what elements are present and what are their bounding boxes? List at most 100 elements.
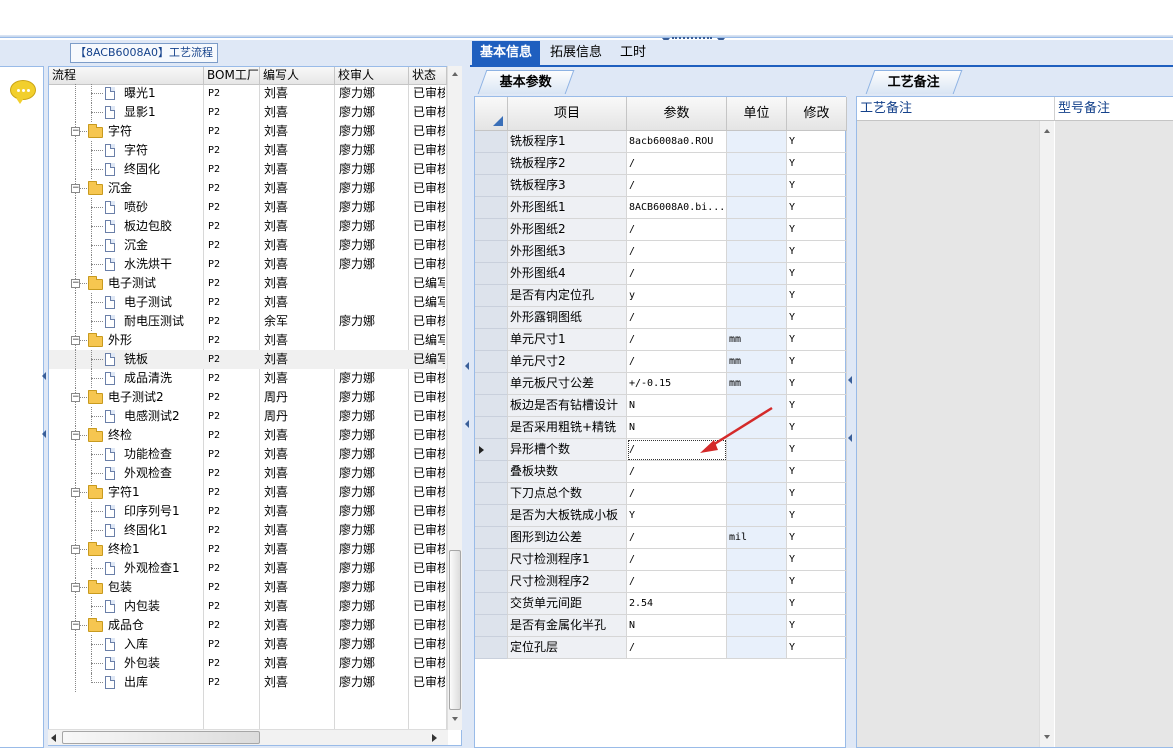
param-cell-mod[interactable]: Y: [787, 593, 847, 615]
tab-basic-info[interactable]: 基本信息: [472, 41, 541, 65]
param-col-header[interactable]: 参数: [627, 97, 727, 131]
process-row[interactable]: 沉金 P2 刘喜 廖力娜 已审核: [49, 236, 447, 255]
param-cell-param[interactable]: /: [627, 483, 727, 505]
param-row[interactable]: 尺寸检测程序1/ Y: [475, 549, 847, 571]
param-row[interactable]: 单元尺寸2/mm Y: [475, 351, 847, 373]
param-cell-param[interactable]: /: [627, 571, 727, 593]
process-row[interactable]: 印序列号1 P2 刘喜 廖力娜 已审核: [49, 502, 447, 521]
param-cell-mod[interactable]: Y: [787, 285, 847, 307]
param-cell-param[interactable]: /: [627, 219, 727, 241]
param-cell-unit[interactable]: [727, 483, 787, 505]
param-cell-unit[interactable]: [727, 153, 787, 175]
param-cell-unit[interactable]: mm: [727, 373, 787, 395]
row-selector[interactable]: [475, 615, 508, 637]
process-col-header[interactable]: 校审人: [335, 67, 409, 85]
param-cell-param[interactable]: /: [627, 637, 727, 659]
param-cell-unit[interactable]: [727, 285, 787, 307]
param-cell-param[interactable]: /: [627, 175, 727, 197]
param-row[interactable]: 板边是否有钻槽设计 N Y: [475, 395, 847, 417]
row-selector[interactable]: [475, 527, 508, 549]
process-row[interactable]: − 字符1 P2 刘喜 廖力娜 已审核: [49, 483, 447, 502]
top-splitter[interactable]: [0, 35, 1173, 38]
process-row[interactable]: 电感测试2 P2 周丹 廖力娜 已审核: [49, 407, 447, 426]
process-row[interactable]: 入库 P2 刘喜 廖力娜 已审核: [49, 635, 447, 654]
param-cell-unit[interactable]: [727, 197, 787, 219]
row-selector[interactable]: [475, 373, 508, 395]
param-row[interactable]: 尺寸检测程序2/ Y: [475, 571, 847, 593]
param-cell-mod[interactable]: Y: [787, 461, 847, 483]
param-cell-unit[interactable]: [727, 175, 787, 197]
middle-collapse-icon-2[interactable]: [465, 420, 469, 428]
param-cell-param[interactable]: /: [627, 527, 727, 549]
param-row[interactable]: 铣板程序1 8acb6008a0.ROU Y: [475, 131, 847, 153]
process-row[interactable]: 字符 P2 刘喜 廖力娜 已审核: [49, 141, 447, 160]
param-cell-mod[interactable]: Y: [787, 527, 847, 549]
param-row[interactable]: 图形到边公差 / mil Y: [475, 527, 847, 549]
param-cell-unit[interactable]: [727, 615, 787, 637]
param-cell-mod[interactable]: Y: [787, 263, 847, 285]
param-row[interactable]: 单元板尺寸公差 +/-0.15 mm Y: [475, 373, 847, 395]
row-selector[interactable]: [475, 197, 508, 219]
param-cell-mod[interactable]: Y: [787, 351, 847, 373]
param-cell-param[interactable]: y: [627, 285, 727, 307]
row-selector[interactable]: [475, 285, 508, 307]
remark-scroll-up-icon[interactable]: [1044, 129, 1050, 133]
row-selector[interactable]: [475, 329, 508, 351]
row-selector[interactable]: [475, 483, 508, 505]
process-row[interactable]: − 成品仓 P2 刘喜 廖力娜 已审核: [49, 616, 447, 635]
param-row[interactable]: 是否为大板铣成小板 Y Y: [475, 505, 847, 527]
param-cell-unit[interactable]: mm: [727, 329, 787, 351]
process-row[interactable]: − 电子测试 P2 刘喜 已编写: [49, 274, 447, 293]
tab-work-hours[interactable]: 工时: [612, 41, 654, 65]
param-row[interactable]: 是否有内定位孔 y Y: [475, 285, 847, 307]
param-cell-mod[interactable]: Y: [787, 219, 847, 241]
right-splitter[interactable]: [847, 70, 856, 748]
param-cell-mod[interactable]: Y: [787, 307, 847, 329]
process-row[interactable]: 终固化 P2 刘喜 廖力娜 已审核: [49, 160, 447, 179]
collapse-toggle-icon[interactable]: −: [71, 488, 80, 497]
collapse-toggle-icon[interactable]: −: [71, 184, 80, 193]
param-cell-mod[interactable]: Y: [787, 483, 847, 505]
process-row[interactable]: 电子测试 P2 刘喜 已编写: [49, 293, 447, 312]
param-cell-mod[interactable]: Y: [787, 417, 847, 439]
collapse-toggle-icon[interactable]: −: [71, 621, 80, 630]
model-remark-body[interactable]: [1055, 121, 1173, 747]
process-hscroll-thumb[interactable]: [62, 731, 260, 744]
param-cell-mod[interactable]: Y: [787, 505, 847, 527]
row-selector[interactable]: [475, 439, 508, 461]
row-selector[interactable]: [475, 153, 508, 175]
param-cell-mod[interactable]: Y: [787, 439, 847, 461]
param-row[interactable]: 外形露铜图纸 / Y: [475, 307, 847, 329]
param-cell-unit[interactable]: [727, 549, 787, 571]
process-row[interactable]: 铣板 P2 刘喜 已编写: [49, 350, 447, 369]
param-cell-param[interactable]: /: [627, 549, 727, 571]
param-col-header[interactable]: 单位: [727, 97, 787, 131]
process-row[interactable]: 耐电压测试 P2 余军 廖力娜 已审核: [49, 312, 447, 331]
param-cell-mod[interactable]: Y: [787, 131, 847, 153]
collapse-toggle-icon[interactable]: −: [71, 127, 80, 136]
row-selector[interactable]: [475, 549, 508, 571]
row-selector[interactable]: [475, 175, 508, 197]
process-row[interactable]: 外观检查 P2 刘喜 廖力娜 已审核: [49, 464, 447, 483]
process-row[interactable]: − 沉金 P2 刘喜 廖力娜 已审核: [49, 179, 447, 198]
param-row[interactable]: 外形图纸4/ Y: [475, 263, 847, 285]
param-cell-param[interactable]: /: [627, 461, 727, 483]
process-vscroll-thumb[interactable]: [449, 550, 461, 710]
param-cell-unit[interactable]: [727, 307, 787, 329]
row-selector[interactable]: [475, 505, 508, 527]
collapse-toggle-icon[interactable]: −: [71, 545, 80, 554]
row-selector[interactable]: [475, 219, 508, 241]
row-selector[interactable]: [475, 307, 508, 329]
process-row[interactable]: 显影1 P2 刘喜 廖力娜 已审核: [49, 103, 447, 122]
process-row[interactable]: 出库 P2 刘喜 廖力娜 已审核: [49, 673, 447, 692]
param-cell-mod[interactable]: Y: [787, 615, 847, 637]
param-cell-param[interactable]: /: [627, 329, 727, 351]
row-selector[interactable]: [475, 131, 508, 153]
param-row[interactable]: 外形图纸2/ Y: [475, 219, 847, 241]
param-cell-param[interactable]: 8acb6008a0.ROU: [627, 131, 727, 153]
process-row[interactable]: 曝光1 P2 刘喜 廖力娜 已审核: [49, 84, 447, 103]
chat-bubble-icon[interactable]: [10, 80, 36, 104]
param-row[interactable]: 外形图纸1 8ACB6008A0.bi... Y: [475, 197, 847, 219]
process-row[interactable]: 板边包胶 P2 刘喜 廖力娜 已审核: [49, 217, 447, 236]
tab-process-remark[interactable]: 工艺备注: [865, 70, 963, 94]
